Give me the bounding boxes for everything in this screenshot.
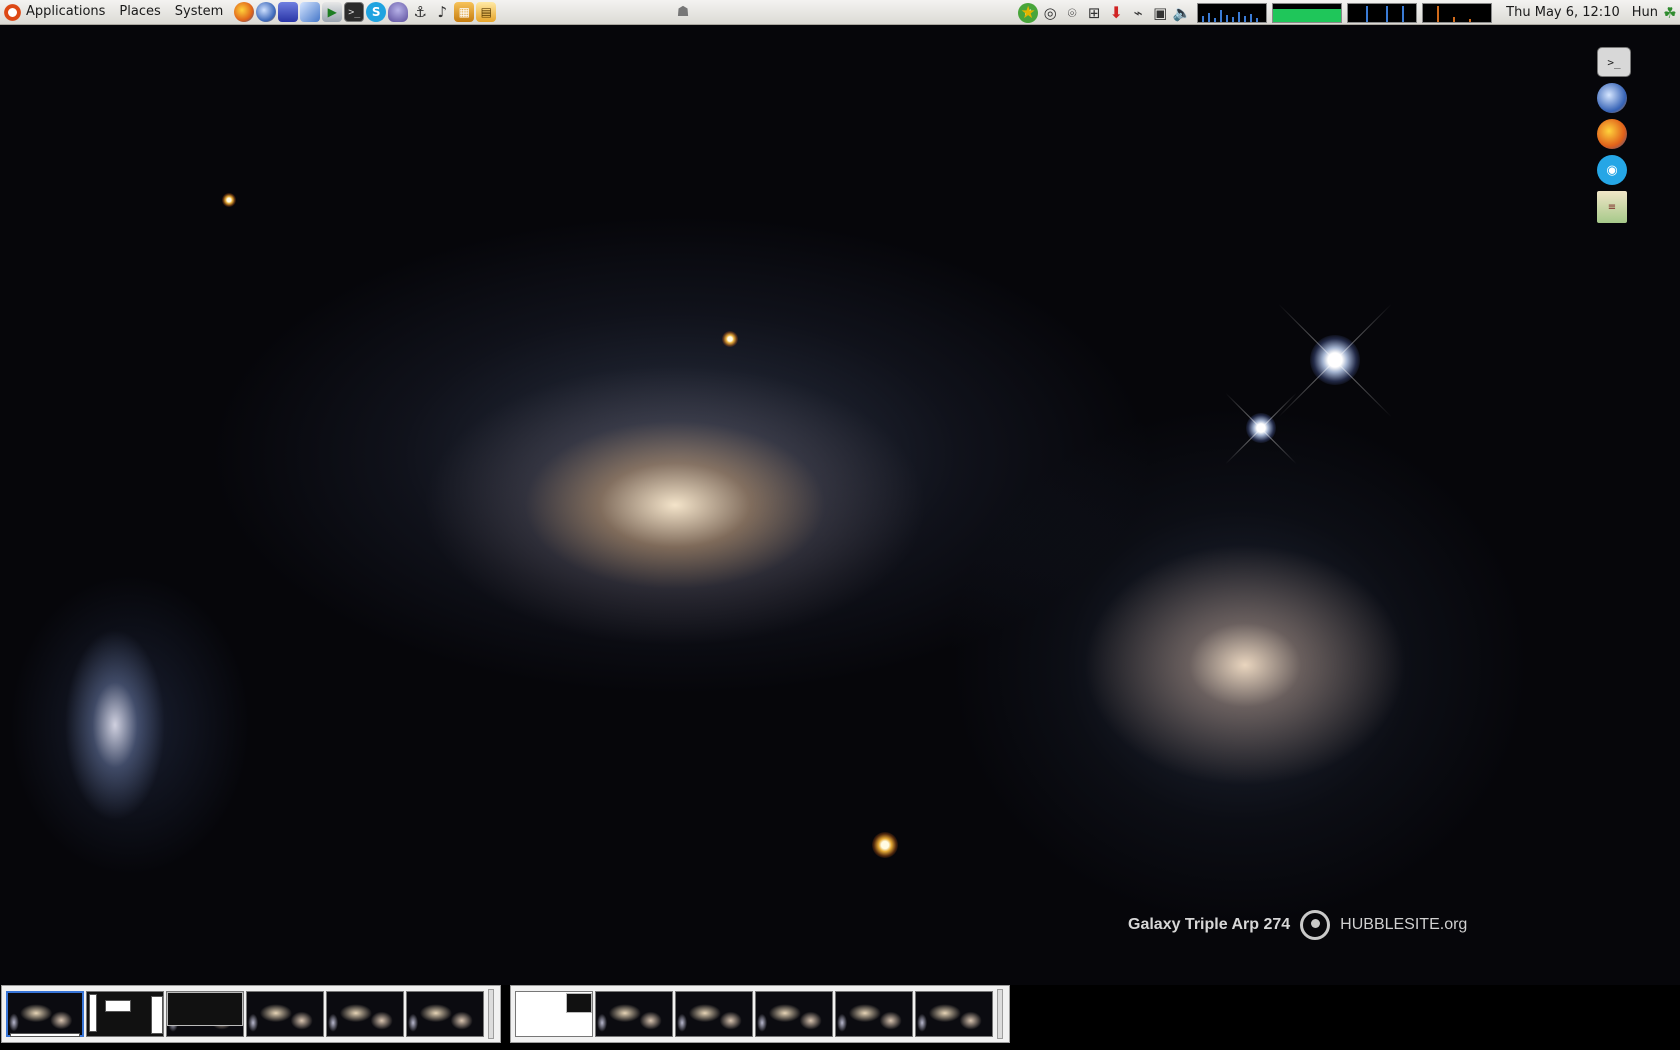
plug-icon[interactable]: ⌁: [1128, 3, 1148, 23]
terminal-icon[interactable]: >_: [1597, 47, 1631, 77]
workspace-10[interactable]: [755, 991, 833, 1037]
keyboard-layout-indicator[interactable]: Hun: [1632, 5, 1658, 20]
skype-icon[interactable]: S: [366, 2, 387, 22]
workspace-8[interactable]: [595, 991, 673, 1037]
disk-monitor[interactable]: [1422, 2, 1493, 23]
wallpaper: Galaxy Triple Arp 274 HUBBLESITE.org: [0, 25, 1680, 985]
virtualbox-icon[interactable]: [278, 2, 299, 22]
applications-menu[interactable]: Applications: [0, 0, 112, 25]
volume-icon[interactable]: 🔈: [1172, 3, 1192, 23]
network-status-icon[interactable]: ◎: [1040, 3, 1060, 23]
notepad-icon[interactable]: ≡: [1597, 191, 1627, 223]
favorites-star-icon[interactable]: ★: [1018, 3, 1038, 23]
workspace-7[interactable]: [515, 991, 593, 1037]
system-menu[interactable]: System: [168, 0, 230, 25]
workspace-switcher: [510, 985, 1010, 1043]
display-icon[interactable]: ▣: [1150, 3, 1170, 23]
desktop: Applications Places System ▶ >_ S ⚓ ♪ ▦ …: [0, 0, 1680, 1050]
switcher-handle[interactable]: [997, 989, 1003, 1039]
thunderbird-icon[interactable]: [256, 2, 277, 22]
switcher-handle[interactable]: [488, 989, 494, 1039]
audio-mixer-icon[interactable]: ♪: [432, 2, 452, 22]
top-panel: Applications Places System ▶ >_ S ⚓ ♪ ▦ …: [0, 0, 1680, 25]
caption-site: HUBBLESITE.org: [1340, 916, 1468, 933]
user-status-icon[interactable]: ☘: [1660, 3, 1680, 23]
panel-launchers: ▶ >_ S ⚓ ♪ ▦ ▤: [234, 2, 497, 22]
cube-icon[interactable]: [300, 2, 321, 22]
workspace-2[interactable]: [86, 991, 164, 1037]
workspace-switcher: [1, 985, 501, 1043]
orange-star: [722, 331, 738, 347]
desktop-launcher-column: >_ ◉ ≡: [1597, 47, 1631, 223]
download-icon[interactable]: ⬇: [1106, 3, 1126, 23]
workspace-3[interactable]: [166, 991, 244, 1037]
firefox-icon[interactable]: [1597, 119, 1627, 149]
caption-title: Galaxy Triple Arp 274: [1128, 916, 1291, 933]
wireless-icon[interactable]: ⌾: [1062, 3, 1082, 23]
workspace-11[interactable]: [835, 991, 913, 1037]
bottom-panel: [0, 985, 1680, 1050]
orange-star: [872, 832, 898, 858]
wallpaper-caption: Galaxy Triple Arp 274 HUBBLESITE.org: [1128, 910, 1467, 940]
workspace-12[interactable]: [915, 991, 993, 1037]
network-icon[interactable]: ⚓: [410, 2, 430, 22]
workspace-4[interactable]: [246, 991, 324, 1037]
terminal-icon[interactable]: >_: [344, 2, 365, 22]
workspace-6[interactable]: [406, 991, 484, 1037]
install-icon[interactable]: ▶: [322, 2, 343, 22]
cpu-monitor[interactable]: [1197, 2, 1268, 23]
applications-menu-label: Applications: [26, 4, 106, 19]
thunderbird-icon[interactable]: [1597, 83, 1627, 113]
ubuntu-logo-icon: [4, 3, 21, 21]
clock[interactable]: Thu May 6, 12:10: [1506, 5, 1620, 20]
system-tray: ✓ ◎ ⌾ ⊞ ★ ⬇ ⌁ ▣ 🔈 Thu May 6, 12:10 Hun ☘: [1018, 0, 1680, 25]
connection-icon[interactable]: ⊞: [1084, 3, 1104, 23]
hubble-logo-icon: [1300, 910, 1331, 940]
places-menu[interactable]: Places: [112, 0, 167, 25]
panel-applet-icon[interactable]: ☗: [672, 2, 694, 22]
photo-icon[interactable]: ▦: [454, 2, 475, 22]
notes-icon[interactable]: ▤: [476, 2, 497, 22]
workspace-1[interactable]: [6, 991, 84, 1037]
network-monitor[interactable]: [1347, 2, 1418, 23]
workspace-5[interactable]: [326, 991, 404, 1037]
orange-star: [222, 193, 236, 207]
workspace-9[interactable]: [675, 991, 753, 1037]
firefox-icon[interactable]: [234, 2, 255, 22]
chat-icon[interactable]: ◉: [1597, 155, 1627, 185]
pidgin-icon[interactable]: [388, 2, 409, 22]
memory-monitor[interactable]: [1272, 2, 1343, 23]
